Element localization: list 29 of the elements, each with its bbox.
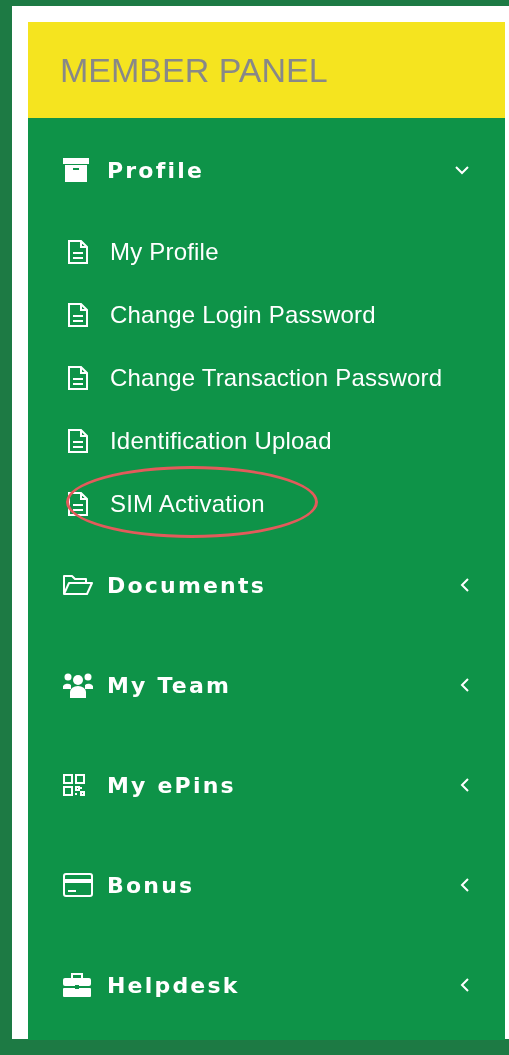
qr-code-icon	[63, 774, 85, 796]
section-label: Documents	[107, 572, 267, 598]
document-icon	[68, 302, 88, 327]
section-label: My Team	[107, 672, 233, 698]
section-label: Bonus	[107, 872, 196, 898]
menu-section-header[interactable]: Helpdesk	[28, 935, 505, 1035]
users-icon	[63, 672, 93, 698]
menu-section-header[interactable]: Bonus	[28, 835, 505, 935]
submenu-item[interactable]: Identification Upload	[110, 426, 332, 455]
menu-section-header[interactable]: My Team	[28, 635, 505, 735]
section-label: Helpdesk	[107, 972, 241, 998]
folder-icon	[63, 574, 93, 596]
document-icon	[68, 365, 88, 390]
section-label: My ePins	[107, 772, 237, 798]
archive-icon	[63, 158, 89, 182]
submenu-item[interactable]: My Profile	[110, 237, 219, 266]
submenu-item[interactable]: SIM Activation	[110, 489, 265, 518]
section-label: Profile	[107, 157, 206, 183]
menu-section-header[interactable]: My ePins	[28, 735, 505, 835]
panel-title: MEMBER PANEL	[28, 22, 505, 118]
document-icon	[68, 239, 88, 264]
document-icon	[68, 428, 88, 453]
credit-card-icon	[63, 873, 93, 897]
document-icon	[68, 491, 88, 516]
submenu-item[interactable]: Change Login Password	[110, 300, 376, 329]
menu-section-header[interactable]: Profile	[28, 120, 505, 220]
submenu-item[interactable]: Change Transaction Password	[110, 363, 443, 392]
briefcase-icon	[63, 973, 91, 997]
menu-section-header[interactable]: Documents	[28, 535, 505, 635]
